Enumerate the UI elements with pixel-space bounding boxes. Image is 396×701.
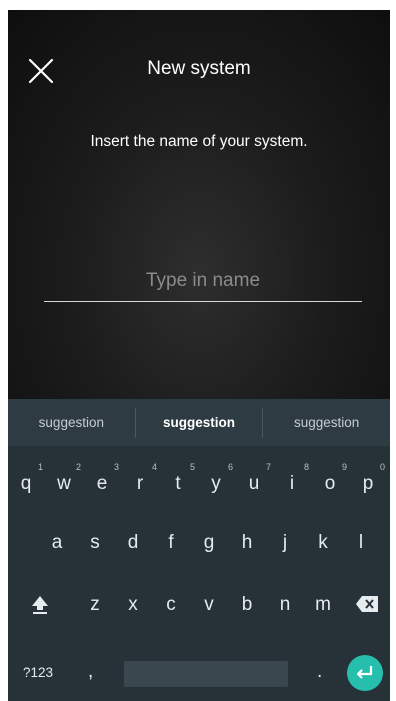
comma-key[interactable]: , bbox=[88, 661, 93, 683]
key-label: q bbox=[20, 473, 32, 494]
backspace-icon bbox=[356, 596, 378, 612]
enter-icon bbox=[356, 666, 373, 679]
instruction-text: Insert the name of your system. bbox=[90, 133, 308, 150]
key-p[interactable]: p0 bbox=[353, 462, 385, 495]
key-label: p bbox=[362, 473, 374, 494]
key-l[interactable]: l bbox=[346, 532, 376, 554]
key-hint: 1 bbox=[37, 462, 43, 472]
key-hint: 2 bbox=[75, 462, 81, 472]
key-r[interactable]: r4 bbox=[125, 462, 157, 495]
shift-icon bbox=[32, 596, 48, 614]
enter-key[interactable] bbox=[347, 655, 383, 691]
key-hint: 0 bbox=[379, 462, 385, 472]
key-hint: 3 bbox=[113, 462, 119, 472]
key-d[interactable]: d bbox=[118, 532, 148, 554]
key-g[interactable]: g bbox=[194, 532, 224, 554]
symbols-key[interactable]: ?123 bbox=[23, 665, 53, 680]
suggestion-bar: suggestion suggestion suggestion bbox=[8, 399, 390, 446]
key-label: i bbox=[289, 473, 295, 494]
shift-key[interactable] bbox=[30, 594, 50, 621]
top-bar: New system bbox=[8, 10, 390, 130]
key-v[interactable]: v bbox=[194, 594, 224, 616]
key-label: w bbox=[57, 473, 71, 494]
key-hint: 7 bbox=[265, 462, 271, 472]
suggestion-left[interactable]: suggestion bbox=[8, 415, 135, 430]
page-title: New system bbox=[147, 58, 251, 79]
key-m[interactable]: m bbox=[308, 594, 338, 616]
key-o[interactable]: o9 bbox=[315, 462, 347, 495]
key-hint: 6 bbox=[227, 462, 233, 472]
key-n[interactable]: n bbox=[270, 594, 300, 616]
key-label: t bbox=[175, 473, 181, 494]
key-y[interactable]: y6 bbox=[201, 462, 233, 495]
key-hint: 5 bbox=[189, 462, 195, 472]
key-e[interactable]: e3 bbox=[87, 462, 119, 495]
key-label: e bbox=[96, 473, 108, 494]
key-i[interactable]: i8 bbox=[277, 462, 309, 495]
key-t[interactable]: t5 bbox=[163, 462, 195, 495]
key-label: r bbox=[136, 473, 144, 494]
key-b[interactable]: b bbox=[232, 594, 262, 616]
key-hint: 8 bbox=[303, 462, 309, 472]
key-j[interactable]: j bbox=[270, 532, 300, 554]
new-system-screen: New system Insert the name of your syste… bbox=[8, 10, 390, 701]
key-label: y bbox=[211, 473, 221, 494]
soft-keyboard: suggestion suggestion suggestion q1 w2 e… bbox=[8, 399, 390, 701]
key-f[interactable]: f bbox=[156, 532, 186, 554]
key-hint: 9 bbox=[341, 462, 347, 472]
key-h[interactable]: h bbox=[232, 532, 262, 554]
key-s[interactable]: s bbox=[80, 532, 110, 554]
key-q[interactable]: q1 bbox=[11, 462, 43, 495]
key-label: o bbox=[324, 473, 336, 494]
space-key[interactable] bbox=[124, 661, 288, 687]
key-w[interactable]: w2 bbox=[49, 462, 81, 495]
key-c[interactable]: c bbox=[156, 594, 186, 616]
key-hint: 4 bbox=[151, 462, 157, 472]
key-z[interactable]: z bbox=[80, 594, 110, 616]
period-key[interactable]: . bbox=[317, 661, 322, 683]
key-x[interactable]: x bbox=[118, 594, 148, 616]
key-a[interactable]: a bbox=[42, 532, 72, 554]
key-label: u bbox=[248, 473, 260, 494]
suggestion-center[interactable]: suggestion bbox=[136, 415, 263, 430]
key-u[interactable]: u7 bbox=[239, 462, 271, 495]
key-k[interactable]: k bbox=[308, 532, 338, 554]
suggestion-right[interactable]: suggestion bbox=[263, 415, 390, 430]
system-name-input[interactable] bbox=[44, 265, 362, 302]
backspace-key[interactable] bbox=[356, 596, 378, 617]
